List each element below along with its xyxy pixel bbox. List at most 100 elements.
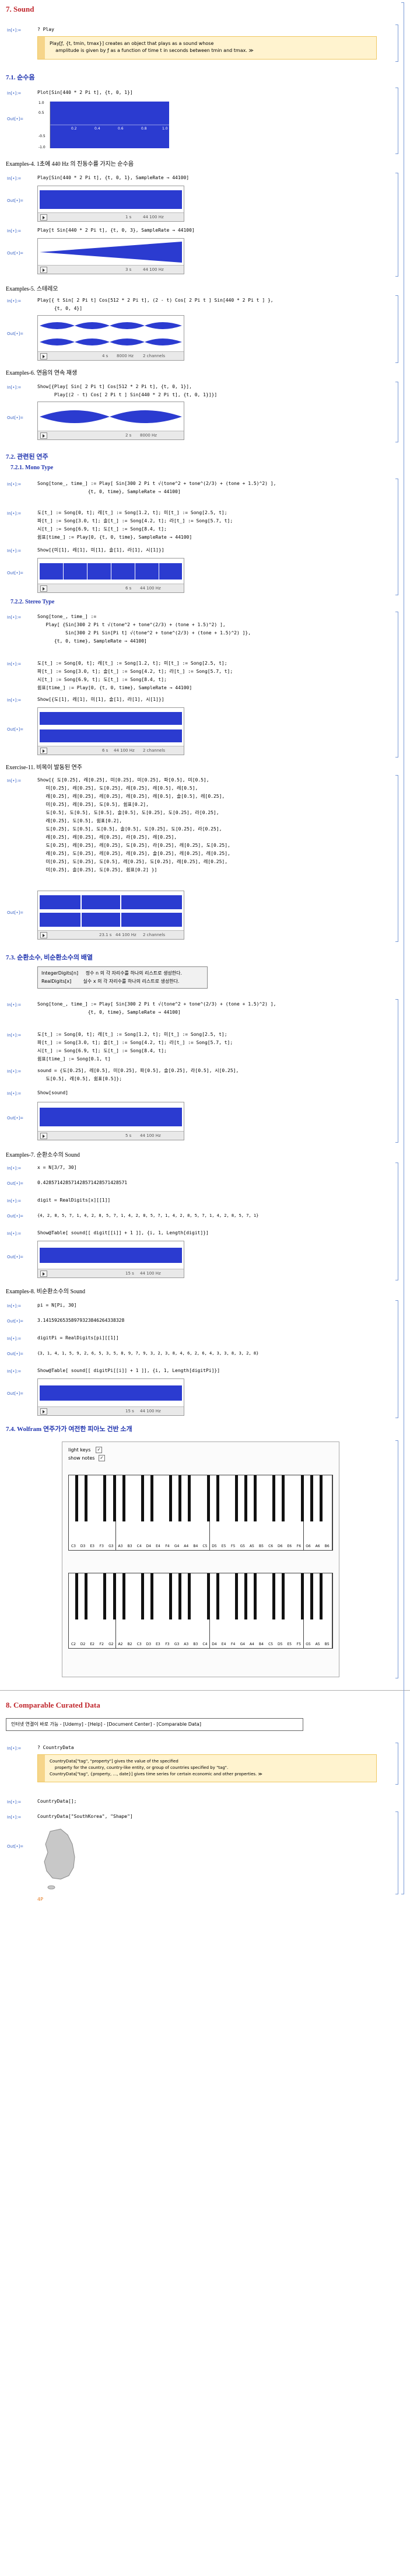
output-label: Out[•]= xyxy=(7,198,24,203)
sound-widget[interactable]: 3 s 44 100 Hz xyxy=(37,238,184,274)
play-button[interactable] xyxy=(40,1133,47,1139)
code-cell[interactable]: digit = RealDigits[x][[1]] xyxy=(37,1196,110,1205)
sound-duration: 6 s xyxy=(125,586,132,591)
key-note-label: G6 xyxy=(306,1544,311,1548)
sound-widget[interactable]: 6 s 44 100 Hz 2 channels xyxy=(37,707,184,755)
code-cell[interactable]: Play[{ t Sin[ 2 Pi t] Cos[512 * 2 Pi t],… xyxy=(37,296,274,313)
cell-bracket[interactable] xyxy=(395,1163,398,1280)
code-cell[interactable]: Show[{미[1], 레[1], 미[1], 솔[1], 라[1], 시[1]… xyxy=(37,546,164,554)
sound-widget[interactable]: 15 s 44 100 Hz xyxy=(37,1241,184,1278)
piano-white-key[interactable]: B3 xyxy=(125,1475,135,1550)
piano-white-key[interactable]: E4 xyxy=(219,1573,229,1648)
light-keys-checkbox[interactable]: ✓ xyxy=(96,1447,102,1453)
sound-widget[interactable]: 2 s 8000 Hz xyxy=(37,402,184,440)
code-cell[interactable]: sound = {도[0.25], 레[0.5], 미[0.25], 파[0.5… xyxy=(37,1067,239,1083)
sound-controls: 6 s 44 100 Hz 2 channels xyxy=(38,746,184,755)
sound-rate: 44 100 Hz xyxy=(143,215,164,219)
cell-bracket[interactable] xyxy=(395,1743,398,1785)
cell-bracket[interactable] xyxy=(395,295,398,363)
code-cell[interactable]: Show@Table[ sound[[ digit[[i]] + 1 ]], {… xyxy=(37,1229,209,1237)
piano-widget[interactable]: light keys ✓ show notes ✓ C3 D3 E3 F3 G3 A3 B3… xyxy=(62,1441,339,1677)
code-cell[interactable]: Song[tone_, time_] := Play[ {Sin[300 2 P… xyxy=(37,613,251,645)
code-cell[interactable]: Show[{ 도[0.25], 레[0.25], 미[0.25], 미[0.25… xyxy=(37,776,230,874)
cell-bracket[interactable] xyxy=(395,775,398,942)
cell-bracket[interactable] xyxy=(395,173,398,277)
key-note-label: B4 xyxy=(193,1544,198,1548)
y-tick: -0.5 xyxy=(38,134,45,138)
play-button[interactable] xyxy=(40,1408,47,1415)
key-note-label: B5 xyxy=(259,1544,264,1548)
piano-white-key[interactable]: E2 xyxy=(87,1573,98,1648)
code-cell[interactable]: ? Play xyxy=(37,26,54,34)
code-cell[interactable]: 도[t_] := Song[0, t]; 레[t_] := Song[1.2, … xyxy=(37,659,233,692)
code-cell[interactable]: Song[tone_, time_] := Play[ Sin[300 2 Pi… xyxy=(37,1000,276,1017)
code-cell[interactable]: pi = N[Pi, 30] xyxy=(37,1301,76,1310)
example-6-title: Examples-6. 연음의 연속 재생 xyxy=(6,370,78,376)
piano-white-key[interactable]: B2 xyxy=(125,1573,135,1648)
sound-rate: 44 100 Hz xyxy=(115,933,136,937)
code-cell[interactable]: Show[{Play[ Sin[ 2 Pi t] Cos[512 * 2 Pi … xyxy=(37,383,217,399)
sound-widget[interactable]: 15 s 44 100 Hz xyxy=(37,1378,184,1416)
play-button[interactable] xyxy=(40,1270,47,1277)
piano-white-key[interactable]: B4 xyxy=(191,1475,201,1550)
play-button[interactable] xyxy=(40,932,47,938)
cell-bracket[interactable] xyxy=(395,25,398,62)
piano-white-key[interactable]: E5 xyxy=(219,1475,229,1550)
cell-bracket[interactable] xyxy=(395,1440,398,1678)
code-cell[interactable]: 도[t_] := Song[0, t]; 레[t_] := Song[1.2, … xyxy=(37,1031,233,1063)
sound-widget[interactable]: 6 s 44 100 Hz xyxy=(37,558,184,593)
links-box[interactable]: 인터넷 연결이 바로 가능 - [Udemy] - [Help] - [Docu… xyxy=(6,1718,303,1731)
code-cell[interactable]: CountryData["SouthKorea", "Shape"] xyxy=(37,1813,133,1821)
code-cell[interactable]: ? CountryData xyxy=(37,1744,74,1752)
code-cell[interactable]: x = N[3/7, 30] xyxy=(37,1164,76,1172)
sound-widget[interactable]: 5 s 44 100 Hz xyxy=(37,1102,184,1140)
sound-widget[interactable]: 23.1 s 44 100 Hz 2 channels xyxy=(37,891,184,940)
sound-widget[interactable]: 1 s 44 100 Hz xyxy=(37,186,184,222)
play-button[interactable] xyxy=(40,353,47,359)
cell-bracket[interactable] xyxy=(395,88,398,154)
key-note-label: B5 xyxy=(324,1642,330,1646)
play-button[interactable] xyxy=(40,748,47,754)
piano-white-key[interactable]: B4 xyxy=(257,1573,267,1648)
code-cell[interactable]: CountryData[]; xyxy=(37,1797,76,1806)
piano-keyboard-lower[interactable]: C2 D2 E2 F2 G2 A2 B2 C3 D3 E3 F3 G3 A3 B3 C4 D4 E4 F4 G4 A4… xyxy=(68,1573,333,1649)
key-note-label: A2 xyxy=(118,1642,123,1646)
show-notes-checkbox[interactable]: ✓ xyxy=(98,1455,105,1461)
piano-white-key[interactable]: E4 xyxy=(153,1475,163,1550)
cell-bracket[interactable] xyxy=(395,1811,398,1894)
piano-white-key[interactable]: B5 xyxy=(257,1475,267,1550)
piano-white-key[interactable]: E3 xyxy=(153,1573,163,1648)
input-label: In[•]:= xyxy=(7,615,22,620)
code-cell[interactable]: Show[sound] xyxy=(37,1089,68,1097)
sound-widget[interactable]: 4 s 8000 Hz 2 channels xyxy=(37,315,184,361)
piano-keyboard-upper[interactable]: C3 D3 E3 F3 G3 A3 B3 C4 D4 E4 F4 G4 A4 B4 C5 D5 E5 F5 G5 A5… xyxy=(68,1475,333,1551)
code-cell[interactable]: Song[tone_, time_] := Play[ Sin[300 2 Pi… xyxy=(37,480,276,496)
cell-bracket[interactable] xyxy=(395,612,398,758)
piano-white-key[interactable]: E3 xyxy=(87,1475,98,1550)
piano-white-key[interactable]: E5 xyxy=(285,1573,295,1648)
key-note-label: F4 xyxy=(231,1642,236,1646)
play-button[interactable] xyxy=(40,585,47,592)
piano-white-key[interactable]: B6 xyxy=(322,1475,332,1550)
code-cell[interactable]: Play[t Sin[440 * 2 Pi t], {t, 0, 3}, Sam… xyxy=(37,226,195,235)
code-cell[interactable]: Show@Table[ sound[[ digitPi[[i]] + 1 ]],… xyxy=(37,1367,220,1375)
cell-bracket[interactable] xyxy=(395,999,398,1143)
input-label: In[•]:= xyxy=(7,176,22,181)
play-button[interactable] xyxy=(40,214,47,221)
piano-white-key[interactable]: B3 xyxy=(191,1573,201,1648)
play-button[interactable] xyxy=(40,267,47,273)
key-note-label: G5 xyxy=(240,1544,246,1548)
piano-white-key[interactable]: E6 xyxy=(285,1475,295,1550)
code-cell[interactable]: Show[{도[1], 레[1], 미[1], 솔[1], 라[1], 시[1]… xyxy=(37,696,164,704)
cell-bracket[interactable] xyxy=(395,382,398,442)
section-bracket[interactable] xyxy=(401,2,404,1894)
code-cell[interactable]: 도[t_] := Song[0, t]; 레[t_] := Song[1.2, … xyxy=(37,509,233,542)
cell-bracket[interactable] xyxy=(395,1300,398,1418)
play-button[interactable] xyxy=(40,432,47,439)
code-cell[interactable]: Play[Sin[440 * 2 Pi t], {t, 0, 1}, Sampl… xyxy=(37,174,189,182)
code-cell[interactable]: Plot[Sin[440 * 2 Pi t], {t, 0, 1}] xyxy=(37,89,133,97)
piano-white-key[interactable]: B5 xyxy=(322,1573,332,1648)
cell-bracket[interactable] xyxy=(395,479,398,595)
output-label: Out[•]= xyxy=(7,1116,24,1121)
code-cell[interactable]: digitPi = RealDigits[pi][[1]] xyxy=(37,1334,119,1342)
